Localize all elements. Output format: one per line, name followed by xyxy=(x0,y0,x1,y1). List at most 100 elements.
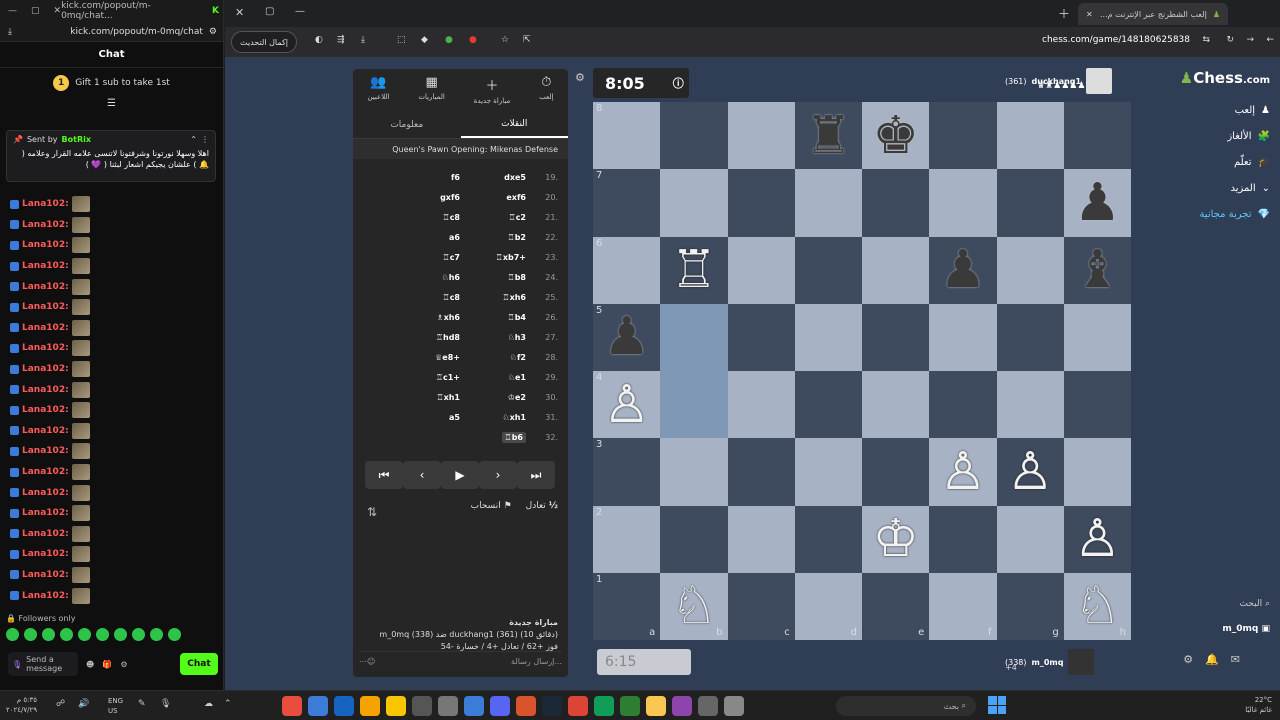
close-icon[interactable]: ✕ xyxy=(54,6,62,16)
restore-icon[interactable]: ▢ xyxy=(265,6,274,17)
emote-icon[interactable] xyxy=(96,628,109,641)
emote-icon[interactable] xyxy=(24,628,37,641)
white-move[interactable]: ♘e1 xyxy=(508,373,526,382)
app-icon[interactable] xyxy=(438,696,458,716)
square-g1[interactable]: g xyxy=(996,572,1064,640)
chat-username[interactable]: Lana102: xyxy=(22,343,69,353)
chat-username[interactable]: Lana102: xyxy=(22,508,69,518)
mail-icon[interactable]: ✉ xyxy=(1231,653,1240,666)
white-move[interactable]: ♘h3 xyxy=(508,333,526,342)
next-move-button[interactable]: › xyxy=(479,461,517,489)
square-f7[interactable] xyxy=(929,169,997,237)
square-h4[interactable] xyxy=(1063,371,1131,439)
panel-button[interactable]: 👥 اللاعبين xyxy=(367,75,389,111)
screenshot-icon[interactable]: ⬚ xyxy=(397,35,406,45)
chat-username[interactable]: Lana102: xyxy=(22,591,69,601)
square-c7[interactable] xyxy=(727,169,795,237)
gift-icon[interactable]: 🎁 xyxy=(102,660,112,669)
sidebar-user[interactable]: m_0mq ▣ xyxy=(1222,624,1270,634)
mic-icon[interactable]: 🎙 xyxy=(160,699,171,709)
more-options-icon[interactable]: ⋯ xyxy=(359,657,367,666)
tab-info[interactable]: معلومات xyxy=(353,111,461,138)
extension-icon[interactable]: ◐ xyxy=(315,35,323,45)
white-move[interactable]: ♖b2 xyxy=(508,233,526,242)
chat-username[interactable]: Lana102: xyxy=(22,549,69,559)
square-d1[interactable]: d xyxy=(794,572,862,640)
emoji-icon[interactable]: ☺ xyxy=(367,657,375,666)
square-d4[interactable] xyxy=(794,371,862,439)
panel-button[interactable]: ⏱ إلعب xyxy=(539,75,553,111)
minimize-icon[interactable]: — xyxy=(295,6,305,17)
white-rook-piece[interactable]: ♖ xyxy=(671,244,718,296)
chat-username[interactable]: Lana102: xyxy=(22,385,69,395)
square-c4[interactable] xyxy=(727,371,795,439)
square-b5[interactable] xyxy=(660,303,728,371)
chat-username[interactable]: Lana102: xyxy=(22,261,69,271)
chevron-up-icon[interactable]: ⌃ xyxy=(224,699,232,709)
chat-username[interactable]: Lana102: xyxy=(22,282,69,292)
white-pawn-piece[interactable]: ♙ xyxy=(940,446,987,498)
square-c3[interactable] xyxy=(727,438,795,506)
square-b7[interactable] xyxy=(660,169,728,237)
square-c1[interactable]: c xyxy=(727,572,795,640)
reload-icon[interactable]: ↻ xyxy=(1226,35,1234,45)
cloud-icon[interactable]: ☁ xyxy=(204,699,213,709)
sidebar-search[interactable]: البحث ⌕ xyxy=(1239,599,1270,609)
emote-icon[interactable] xyxy=(132,628,145,641)
update-button[interactable]: إكمال التحديث xyxy=(231,31,297,53)
square-g5[interactable] xyxy=(996,303,1064,371)
emote-icon[interactable] xyxy=(60,628,73,641)
gear-icon[interactable]: ⚙ xyxy=(120,660,127,669)
square-b2[interactable] xyxy=(660,505,728,573)
chat-username[interactable]: Lana102: xyxy=(22,323,69,333)
white-move[interactable]: ♖c2 xyxy=(509,213,526,222)
square-c6[interactable] xyxy=(727,236,795,304)
white-move[interactable]: ♔e2 xyxy=(508,393,526,402)
mic-icon[interactable]: 🎙 xyxy=(12,660,22,669)
black-move[interactable]: ♖xh1 xyxy=(436,393,460,402)
sidebar-item[interactable]: المزيد ⌄ xyxy=(1160,175,1270,201)
square-h2[interactable]: ♙ xyxy=(1063,505,1131,573)
app-icon[interactable] xyxy=(360,696,380,716)
weather-widget[interactable]: 22°C غائم غالبًا xyxy=(1245,695,1272,715)
square-e7[interactable] xyxy=(862,169,930,237)
chess-logo[interactable]: ♟Chess.com xyxy=(1160,69,1270,87)
bell-icon[interactable]: 🔔 xyxy=(1205,653,1219,666)
square-d3[interactable] xyxy=(794,438,862,506)
square-g2[interactable] xyxy=(996,505,1064,573)
black-rook-piece[interactable]: ♜ xyxy=(805,110,852,162)
black-move[interactable]: ♖hd8 xyxy=(436,333,460,342)
app-icon[interactable] xyxy=(308,696,328,716)
bookmark-star-icon[interactable]: ☆ xyxy=(501,35,509,45)
tab-close-icon[interactable]: ✕ xyxy=(1086,10,1093,19)
language-indicator[interactable]: ENG US xyxy=(108,696,123,716)
store-app-icon[interactable] xyxy=(698,696,718,716)
chat-username[interactable]: Lana102: xyxy=(22,240,69,250)
square-b6[interactable]: ♖ xyxy=(660,236,728,304)
emote-icon[interactable] xyxy=(114,628,127,641)
send-message-input[interactable]: 🎙 Send a message xyxy=(8,652,78,676)
black-bishop-piece[interactable]: ♝ xyxy=(1074,244,1121,296)
chess-board[interactable]: 8 ♜ ♚ 7 ♟ 6 ♖ ♟ ♝ 5 ♟ 4 ♙ 3 ♙ ♙ 2 ♔ ♙ 1 a b ♘ c d e f g h ♘ xyxy=(593,102,1131,640)
square-b3[interactable] xyxy=(660,438,728,506)
square-g8[interactable] xyxy=(996,102,1064,170)
chat-username[interactable]: Lana102: xyxy=(22,199,69,209)
white-move[interactable]: ♖xb7+ xyxy=(496,253,526,262)
black-pawn-piece[interactable]: ♟ xyxy=(603,311,650,363)
volume-icon[interactable]: 🔊 xyxy=(78,699,89,709)
white-move[interactable]: ♘f2 xyxy=(510,353,526,362)
address-bar[interactable]: chess.com/game/148180625838 xyxy=(1042,35,1190,45)
restore-icon[interactable]: ▢ xyxy=(31,6,40,16)
first-move-button[interactable]: ⏮ xyxy=(365,461,403,489)
square-f3[interactable]: ♙ xyxy=(929,438,997,506)
folder-app-icon[interactable] xyxy=(646,696,666,716)
clock-info-icon[interactable]: ⓘ xyxy=(673,75,684,91)
square-f6[interactable]: ♟ xyxy=(929,236,997,304)
chat-username[interactable]: Lana102: xyxy=(22,446,69,456)
back-icon[interactable]: ← xyxy=(1266,35,1274,45)
white-move[interactable]: ♖b4 xyxy=(508,313,526,322)
square-f4[interactable] xyxy=(929,371,997,439)
sidebar-item[interactable]: تجربة مجانية 💎 xyxy=(1160,201,1270,227)
black-move[interactable]: ♖c8 xyxy=(443,213,460,222)
white-knight-piece[interactable]: ♘ xyxy=(671,580,718,632)
